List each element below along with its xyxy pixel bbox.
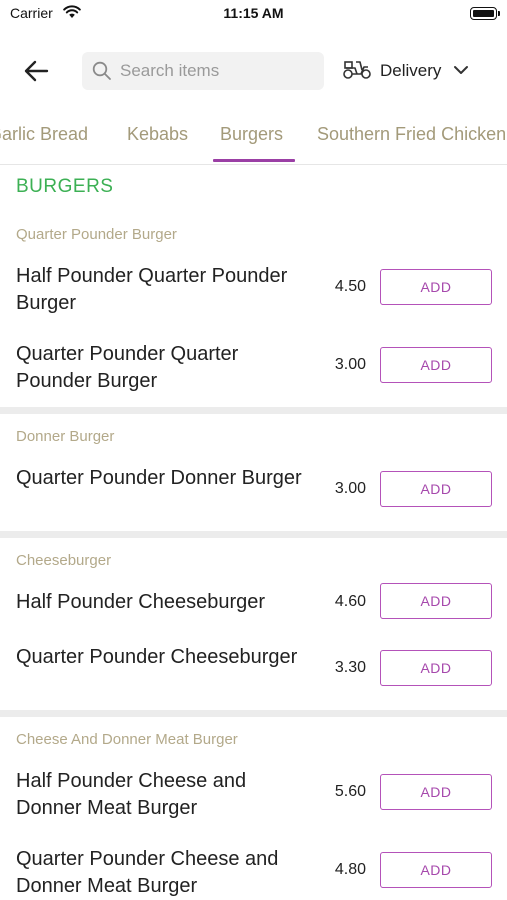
category-title: Cheese And Donner Meat Burger	[16, 731, 238, 748]
item-price: 4.60	[334, 593, 366, 610]
add-button[interactable]: ADD	[380, 269, 492, 305]
add-button[interactable]: ADD	[380, 583, 492, 619]
battery-icon	[470, 7, 500, 20]
tab-burgers[interactable]: Burgers	[220, 124, 283, 145]
item-name: Quarter Pounder Donner Burger	[16, 467, 302, 489]
status-time: 11:15 AM	[223, 5, 284, 21]
search-box[interactable]	[82, 52, 324, 90]
back-button[interactable]	[20, 57, 54, 85]
category-title: Quarter Pounder Burger	[16, 226, 177, 243]
item-name: Half Pounder Cheese and Donner Meat Burg…	[16, 770, 247, 819]
item-price: 4.50	[334, 278, 366, 295]
item-price: 3.00	[334, 480, 366, 497]
delivery-selector[interactable]: Delivery	[342, 56, 469, 86]
back-arrow-icon	[24, 60, 49, 82]
chevron-down-icon	[453, 62, 469, 80]
add-button[interactable]: ADD	[380, 852, 492, 888]
add-button[interactable]: ADD	[380, 650, 492, 686]
item-name: Quarter Pounder Cheeseburger	[16, 646, 298, 668]
section-divider	[0, 710, 507, 717]
delivery-label: Delivery	[380, 61, 442, 80]
add-button[interactable]: ADD	[380, 774, 492, 810]
category-title: Donner Burger	[16, 428, 115, 445]
item-price: 3.30	[334, 659, 366, 676]
add-button[interactable]: ADD	[380, 347, 492, 383]
tab-garlic-bread[interactable]: Garlic Bread	[0, 124, 88, 145]
item-price: 4.80	[334, 861, 366, 878]
item-name: Half Pounder Cheeseburger	[16, 591, 266, 613]
item-name: Quarter Pounder Quarter Pounder Burger	[16, 343, 239, 392]
section-divider	[0, 531, 507, 538]
item-price: 5.60	[334, 783, 366, 800]
status-bar: Carrier 11:15 AM	[0, 0, 507, 30]
add-button[interactable]: ADD	[380, 471, 492, 507]
tab-southern-fried-chicken[interactable]: Southern Fried Chicken	[317, 124, 506, 145]
tab-kebabs[interactable]: Kebabs	[127, 124, 188, 145]
header: Delivery	[0, 48, 507, 94]
item-price: 3.00	[334, 356, 366, 373]
item-name: Half Pounder Quarter Pounder Burger	[16, 265, 288, 314]
section-divider	[0, 407, 507, 414]
item-name: Quarter Pounder Cheese and Donner Meat B…	[16, 848, 279, 897]
section-heading: BURGERS	[16, 176, 114, 197]
category-tabs: Garlic Bread Kebabs Burgers Southern Fri…	[0, 114, 507, 165]
scooter-icon	[342, 58, 372, 85]
category-title: Cheeseburger	[16, 552, 112, 569]
search-input[interactable]	[120, 52, 316, 90]
active-tab-indicator	[213, 159, 295, 162]
search-icon	[92, 61, 112, 86]
